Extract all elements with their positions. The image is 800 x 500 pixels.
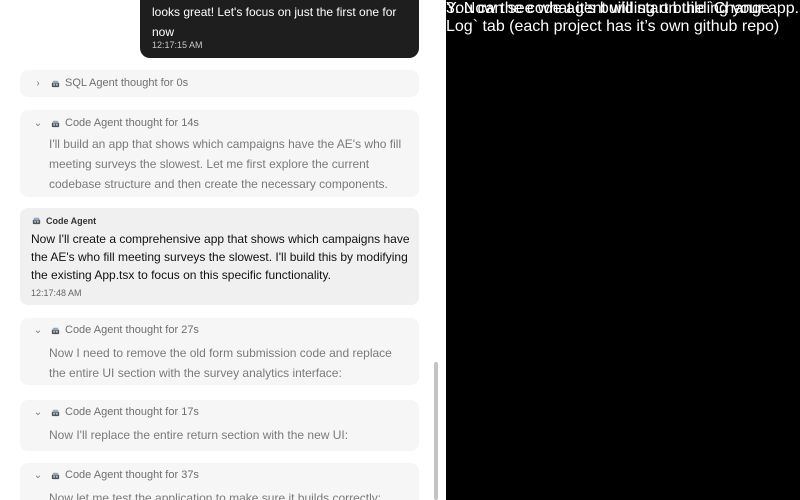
thought-sql-agent[interactable]: › SQL Agent thought for 0s xyxy=(20,70,419,97)
thought-label: Code Agent thought for 14s xyxy=(65,117,199,129)
user-message-time: 12:17:15 AM xyxy=(152,40,203,50)
robot-icon xyxy=(51,327,60,334)
thought-header[interactable]: ⌄ Code Agent thought for 27s xyxy=(32,318,199,342)
robot-icon xyxy=(51,80,60,87)
thought-label: Code Agent thought for 37s xyxy=(65,469,199,481)
thought-code-agent-3: ⌄ Code Agent thought for 17s Now I'll re… xyxy=(20,400,419,451)
chevron-down-icon[interactable]: ⌄ xyxy=(32,118,44,129)
thought-label: Code Agent thought for 17s xyxy=(65,406,199,418)
thought-header[interactable]: ⌄ Code Agent thought for 14s xyxy=(32,111,199,135)
chevron-right-icon[interactable]: › xyxy=(32,78,44,89)
thought-label: SQL Agent thought for 0s xyxy=(65,77,189,89)
thought-header[interactable]: ⌄ Code Agent thought for 37s xyxy=(32,463,199,487)
agent-name: Code Agent xyxy=(31,215,96,226)
thought-text: Now I need to remove the old form submis… xyxy=(49,346,392,380)
robot-icon xyxy=(51,409,60,416)
chevron-down-icon[interactable]: ⌄ xyxy=(32,407,44,418)
user-message-text: looks great! Let's focus on just the fir… xyxy=(152,5,397,39)
robot-icon xyxy=(51,472,60,479)
thought-text: I'll build an app that shows which campa… xyxy=(49,137,402,191)
agent-message-time: 12:17:48 AM xyxy=(31,288,82,298)
chevron-down-icon[interactable]: ⌄ xyxy=(32,470,44,481)
thought-text: Now let me test the application to make … xyxy=(49,491,382,500)
thought-code-agent-4: ⌄ Code Agent thought for 37s Now let me … xyxy=(20,463,419,500)
user-message-bubble: looks great! Let's focus on just the fir… xyxy=(140,0,419,58)
agent-message: Code Agent Now I'll create a comprehensi… xyxy=(20,208,419,305)
thought-text: Now I'll replace the entire return secti… xyxy=(49,428,349,442)
annotation-body: You can see what it’s building on the `C… xyxy=(446,0,780,35)
chevron-down-icon[interactable]: ⌄ xyxy=(32,325,44,336)
robot-icon xyxy=(51,120,60,127)
thought-header[interactable]: › SQL Agent thought for 0s xyxy=(32,71,188,95)
scrollbar-thumb[interactable] xyxy=(434,362,438,500)
thought-code-agent-2: ⌄ Code Agent thought for 27s Now I need … xyxy=(20,318,419,385)
robot-icon xyxy=(32,217,41,225)
chat-panel: looks great! Let's focus on just the fir… xyxy=(0,0,446,500)
thought-label: Code Agent thought for 27s xyxy=(65,324,199,336)
annotation-panel xyxy=(446,0,800,500)
agent-message-text: Now I'll create a comprehensive app that… xyxy=(31,232,410,282)
thought-header[interactable]: ⌄ Code Agent thought for 17s xyxy=(32,400,199,424)
agent-name-label: Code Agent xyxy=(46,215,97,226)
thought-code-agent-1: ⌄ Code Agent thought for 14s I'll build … xyxy=(20,110,419,197)
